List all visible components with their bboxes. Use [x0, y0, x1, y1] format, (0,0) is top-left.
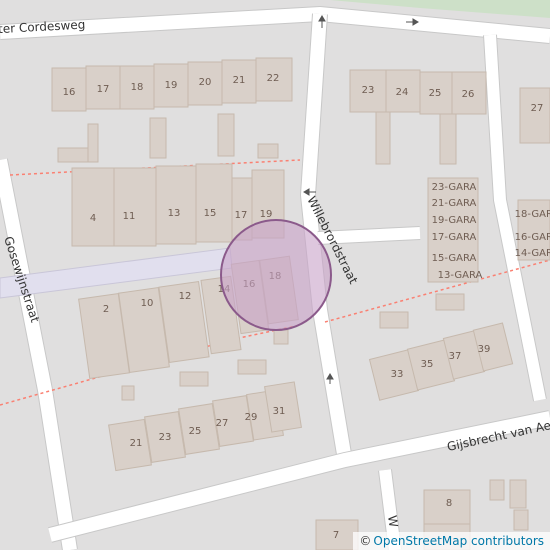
house-number: 26: [462, 89, 475, 100]
house-number: 39: [478, 344, 491, 355]
copyright-icon: ©: [359, 534, 372, 548]
house-number: 33: [391, 369, 404, 380]
house-number: 31: [273, 406, 286, 417]
map-canvas[interactable]: 16 17 18 19 20 21 22 23 24 25 26 27 4 11…: [0, 0, 550, 550]
house-number: 21: [233, 75, 246, 86]
house-number: 16: [63, 87, 76, 98]
house-number: 24: [396, 87, 409, 98]
location-marker[interactable]: [220, 219, 332, 331]
garage-number: 21-GARA: [432, 198, 477, 209]
house-number: 13: [168, 208, 181, 219]
house-number: 12: [179, 291, 192, 302]
garage-number: 16-GARA: [515, 232, 550, 243]
house-number: 20: [199, 77, 212, 88]
house-number: 18: [131, 82, 144, 93]
garage-number: 18-GARA: [515, 209, 550, 220]
house-number: 7: [333, 530, 339, 541]
house-number: 17: [97, 84, 110, 95]
garage-number: 17-GARA: [432, 232, 477, 243]
house-number: 19: [165, 80, 178, 91]
house-number: 17: [235, 210, 248, 221]
house-number: 27: [531, 103, 544, 114]
house-number: 2: [103, 304, 109, 315]
house-number: 25: [429, 88, 442, 99]
house-number: 23: [362, 85, 375, 96]
house-number: 27: [216, 418, 229, 429]
attribution-link[interactable]: OpenStreetMap contributors: [373, 532, 544, 550]
garage-number: 14-GARA: [515, 248, 550, 259]
house-number: 25: [189, 426, 202, 437]
house-number: 23: [159, 432, 172, 443]
house-number: 21: [130, 438, 143, 449]
street-label-bottom-center: W: [385, 514, 401, 528]
house-number: 35: [421, 359, 434, 370]
house-number: 22: [267, 73, 280, 84]
garage-number: 19-GARA: [432, 215, 477, 226]
house-number: 37: [449, 351, 462, 362]
house-number: 29: [245, 412, 258, 423]
garage-number: 15-GARA: [432, 253, 477, 264]
house-number: 15: [204, 208, 217, 219]
map-attribution: © OpenStreetMap contributors: [353, 532, 550, 550]
house-number: 8: [446, 498, 452, 509]
garage-number: 13-GARA: [438, 270, 483, 281]
house-number: 4: [90, 213, 96, 224]
house-number: 19: [260, 209, 273, 220]
house-number: 10: [141, 298, 154, 309]
house-number: 11: [123, 211, 136, 222]
garage-number: 23-GARA: [432, 182, 477, 193]
